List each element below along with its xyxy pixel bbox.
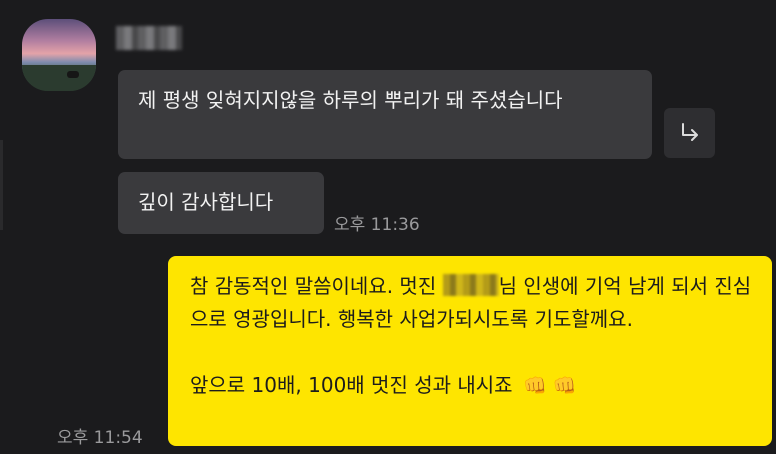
reply-arrow-icon [681,123,698,141]
redacted-name [442,274,499,296]
sender-name-redacted[interactable] [116,26,182,50]
outgoing-message-paragraph: 앞으로 10배, 100배 멋진 성과 내시죠 👊 👊 [190,369,758,403]
outgoing-text-part: 참 감동적인 말씀이네요. 멋진 [190,274,443,298]
outgoing-message-paragraph: 참 감동적인 말씀이네요. 멋진 님 인생에 기억 남게 되서 진심으로 영광입… [190,270,758,336]
incoming-message-bubble[interactable]: 제 평생 잊혀지지않을 하루의 뿌리가 돼 주셨습니다 [118,70,652,159]
avatar[interactable] [22,19,96,91]
message-timestamp: 오후 11:36 [334,215,420,235]
avatar-figure [67,71,79,78]
bubble-tail [758,262,772,272]
incoming-message-text: 깊이 감사합니다 [138,190,274,214]
reply-button[interactable] [664,108,715,158]
avatar-ground [22,65,96,91]
incoming-message-text: 제 평생 잊혀지지않을 하루의 뿌리가 돼 주셨습니다 [138,88,563,112]
window-edge [0,140,3,230]
message-timestamp: 오후 11:54 [57,428,143,448]
outgoing-text-part: 앞으로 10배, 100배 멋진 성과 내시죠 [190,373,513,397]
fist-bump-emoji: 👊 👊 [522,375,577,397]
outgoing-message-bubble[interactable]: 참 감동적인 말씀이네요. 멋진 님 인생에 기억 남게 되서 진심으로 영광입… [168,256,772,446]
incoming-message-bubble[interactable]: 깊이 감사합니다 [118,172,324,234]
